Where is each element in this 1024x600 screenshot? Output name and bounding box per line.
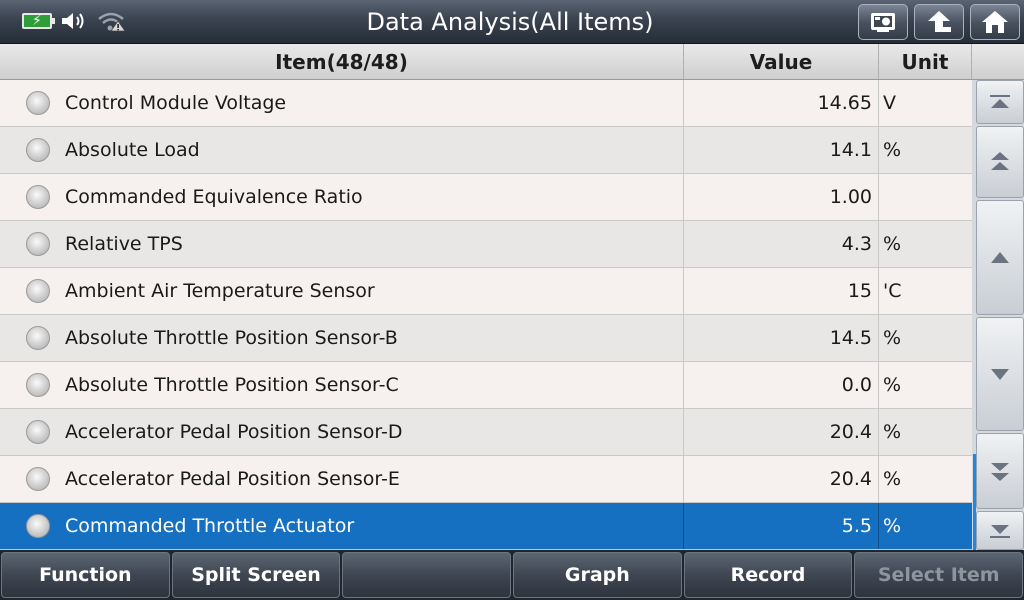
radio-icon[interactable] [26,420,50,444]
title-bar: ⚡ Data Analysis(All Items) [0,0,1024,44]
scroll-panel [972,80,1024,550]
table-row[interactable]: Commanded Equivalence Ratio 1.00 [0,174,972,221]
back-button[interactable] [914,4,964,40]
record-button[interactable]: Record [683,552,853,598]
screenshot-icon [871,13,895,32]
table-row[interactable]: Absolute Load 14.1 % [0,127,972,174]
item-unit: V [883,92,896,114]
item-value: 5.5 [684,503,879,549]
scroll-top-button[interactable] [976,80,1024,124]
item-value: 4.3 [684,221,879,267]
table-row-selected[interactable]: Commanded Throttle Actuator 5.5 % [0,503,972,550]
item-value: 20.4 [684,456,879,502]
item-value: 14.5 [684,315,879,361]
column-header-unit: Unit [879,44,972,79]
table-row[interactable]: Ambient Air Temperature Sensor 15 'C [0,268,972,315]
scroll-header [972,44,1024,80]
speaker-icon [62,13,84,29]
item-unit: % [883,233,902,255]
home-button[interactable] [970,4,1020,40]
table-header: Item(48/48) Value Unit [0,44,972,80]
page-title: Data Analysis(All Items) [366,8,654,36]
table-row[interactable]: Absolute Throttle Position Sensor-C 0.0 … [0,362,972,409]
radio-icon[interactable] [26,138,50,162]
scroll-bottom-button[interactable] [976,511,1024,550]
item-unit [879,174,972,220]
scroll-to-top-icon [990,95,1010,108]
item-unit: % [883,139,902,161]
chevron-up-icon [991,251,1009,263]
scroll-down-button[interactable] [976,317,1024,431]
item-name: Commanded Throttle Actuator [65,515,355,537]
function-button[interactable]: Function [1,552,170,598]
item-unit: 'C [883,280,902,302]
column-header-item: Item(48/48) [0,44,684,79]
item-name: Commanded Equivalence Ratio [65,186,363,208]
home-icon [982,11,1008,33]
item-value: 14.65 [684,80,879,126]
data-table: Item(48/48) Value Unit Control Module Vo… [0,44,972,550]
wifi-warning-icon [98,12,126,32]
item-name: Absolute Load [65,139,200,161]
column-header-value: Value [684,44,879,79]
item-name: Control Module Voltage [65,92,287,114]
radio-icon[interactable] [26,373,50,397]
item-value: 1.00 [684,174,879,220]
page-down-button[interactable] [976,433,1024,509]
battery-charging-icon: ⚡ [22,13,55,29]
radio-icon[interactable] [26,467,50,491]
item-unit: % [883,327,902,349]
double-chevron-down-icon [991,463,1009,481]
item-value: 20.4 [684,409,879,455]
back-arrow-icon [928,11,951,32]
item-value: 0.0 [684,362,879,408]
table-row[interactable]: Control Module Voltage 14.65 V [0,80,972,127]
scroll-to-bottom-icon [990,524,1010,538]
radio-icon[interactable] [26,232,50,256]
item-unit: % [883,421,902,443]
select-item-button[interactable]: Select Item [854,552,1024,598]
bottom-toolbar: Function Split Screen Graph Record Selec… [0,550,1024,600]
status-icons: ⚡ [22,8,126,34]
table-row[interactable]: Accelerator Pedal Position Sensor-D 20.4… [0,409,972,456]
chevron-down-icon [991,369,1009,380]
item-name: Ambient Air Temperature Sensor [65,280,375,302]
split-screen-button[interactable]: Split Screen [171,552,341,598]
item-name: Absolute Throttle Position Sensor-B [65,327,398,349]
item-unit: % [883,468,902,490]
item-unit: % [883,374,902,396]
radio-icon[interactable] [26,185,50,209]
empty-button[interactable] [342,552,512,598]
item-name: Accelerator Pedal Position Sensor-D [65,421,403,443]
item-name: Absolute Throttle Position Sensor-C [65,374,399,396]
screenshot-button[interactable] [858,4,908,40]
item-unit: % [883,515,902,537]
double-chevron-up-icon [991,152,1009,170]
item-name: Relative TPS [65,233,183,255]
radio-icon[interactable] [26,514,50,538]
item-value: 15 [684,268,879,314]
page-up-button[interactable] [976,126,1024,198]
table-row[interactable]: Relative TPS 4.3 % [0,221,972,268]
radio-icon[interactable] [26,279,50,303]
item-name: Accelerator Pedal Position Sensor-E [65,468,400,490]
scroll-up-button[interactable] [976,200,1024,315]
radio-icon[interactable] [26,91,50,115]
radio-icon[interactable] [26,326,50,350]
item-value: 14.1 [684,127,879,173]
table-row[interactable]: Accelerator Pedal Position Sensor-E 20.4… [0,456,972,503]
graph-button[interactable]: Graph [513,552,682,598]
table-row[interactable]: Absolute Throttle Position Sensor-B 14.5… [0,315,972,362]
table-body: Control Module Voltage 14.65 V Absolute … [0,80,972,550]
